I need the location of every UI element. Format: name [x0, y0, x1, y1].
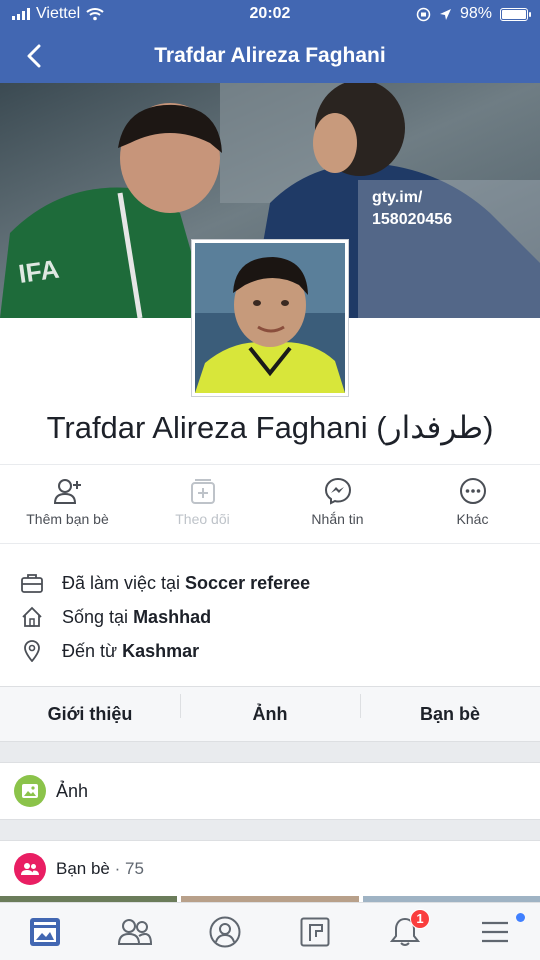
work-prefix: Đã làm việc tại [62, 572, 181, 593]
friends-section-title: Bạn bè [56, 858, 110, 878]
section-divider [0, 820, 540, 840]
add-friend-icon [53, 479, 81, 504]
more-button[interactable]: Khác [405, 465, 540, 543]
info-lives[interactable]: Sống tại Mashhad [0, 600, 540, 634]
profile-info: Đã làm việc tại Soccer referee Sống tại … [0, 566, 540, 668]
bottom-tab-bar: 1 [0, 902, 540, 960]
friends-separator: · [109, 858, 125, 878]
follow-button[interactable]: Theo dõi [135, 465, 270, 543]
follow-label: Theo dõi [175, 511, 230, 527]
photos-section[interactable]: Ảnh [0, 762, 540, 820]
friend-requests-icon [118, 918, 152, 945]
message-label: Nhắn tin [311, 511, 364, 527]
tab-photos[interactable]: Ảnh [180, 693, 360, 725]
battery-icon [500, 7, 531, 21]
svg-text:IFA: IFA [17, 254, 61, 289]
status-left: Viettel [12, 5, 202, 23]
profile-tabs: Giới thiệu Ảnh Bạn bè [0, 686, 540, 742]
message-button[interactable]: Nhắn tin [270, 465, 405, 543]
from-value: Kashmar [122, 640, 200, 661]
tab-news-feed[interactable] [0, 903, 90, 960]
info-from[interactable]: Đến từ Kashmar [0, 634, 540, 668]
battery-level [502, 9, 526, 19]
news-feed-icon [30, 917, 60, 946]
friends-icon [14, 852, 46, 885]
profile-actions: Thêm bạn bè Theo dõi Nhắn tin Khác [0, 464, 540, 544]
watermark-text: gty.im/ 158020456 [372, 187, 452, 231]
photos-section-title: Ảnh [56, 780, 89, 801]
status-time: 20:02 [249, 5, 291, 22]
watermark-line-1: gty.im/ [372, 189, 423, 206]
tab-notifications[interactable]: 1 [360, 903, 450, 960]
profile-picture[interactable] [192, 240, 348, 396]
page-title: Trafdar Alireza Faghani [154, 43, 386, 67]
tab-menu[interactable] [450, 903, 540, 960]
briefcase-icon [20, 571, 44, 595]
notifications-badge: 1 [410, 908, 430, 929]
tab-friend-requests[interactable] [90, 903, 180, 960]
orientation-lock-icon [416, 7, 431, 21]
nav-bar: Trafdar Alireza Faghani [0, 28, 540, 83]
menu-notification-dot [516, 912, 525, 922]
work-value: Soccer referee [185, 572, 311, 593]
add-friend-button[interactable]: Thêm bạn bè [0, 465, 135, 543]
lives-value: Mashhad [133, 606, 212, 627]
status-right: 98% [338, 5, 531, 23]
tab-pages[interactable] [270, 903, 360, 960]
tab-friends[interactable]: Bạn bè [360, 693, 540, 725]
friends-count: 75 [125, 858, 144, 878]
chevron-left-icon [27, 44, 41, 68]
profile-icon [209, 916, 241, 947]
status-bar: Viettel 20:02 98% [0, 0, 540, 28]
friends-section[interactable]: Bạn bè · 75 [0, 840, 540, 896]
pages-icon [300, 917, 330, 946]
carrier-label: Viettel [36, 5, 81, 22]
more-label: Khác [456, 511, 489, 527]
lives-prefix: Sống tại [62, 606, 129, 627]
photos-icon [14, 775, 46, 807]
profile-name: Trafdar Alireza Faghani (طرفدار) [46, 410, 494, 445]
signal-icon [12, 8, 30, 20]
battery-percent: 98% [459, 5, 492, 22]
avatar-image [195, 243, 345, 393]
follow-icon [190, 479, 215, 504]
add-friend-label: Thêm bạn bè [26, 511, 109, 527]
watermark-line-2: 158020456 [372, 211, 453, 228]
more-icon [459, 478, 486, 504]
tab-about[interactable]: Giới thiệu [0, 704, 180, 725]
tab-profile[interactable] [180, 903, 270, 960]
menu-icon [482, 921, 508, 942]
back-button[interactable] [16, 38, 52, 74]
from-prefix: Đến từ [62, 640, 118, 661]
wifi-icon [86, 8, 104, 21]
home-icon [20, 605, 44, 629]
section-divider [0, 742, 540, 762]
info-work[interactable]: Đã làm việc tại Soccer referee [0, 566, 540, 600]
messenger-icon [324, 477, 351, 505]
location-icon [439, 8, 451, 20]
location-pin-icon [20, 639, 44, 663]
